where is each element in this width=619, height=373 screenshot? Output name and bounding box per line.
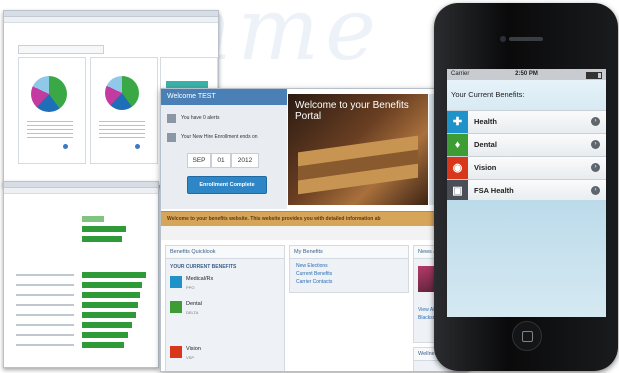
report-window <box>3 181 159 368</box>
my-benefits-panel: My Benefits New Elections Current Benefi… <box>289 245 409 293</box>
quicklook-title: Benefits Quicklook <box>166 246 284 259</box>
bar-label <box>16 294 74 296</box>
welcome-header: Welcome TEST <box>161 89 287 105</box>
chevron-right-icon[interactable]: › <box>591 163 600 172</box>
chart-legend <box>99 118 145 138</box>
window-toolbar <box>4 188 158 194</box>
screen-background <box>447 200 606 317</box>
quicklook-subtitle: YOUR CURRENT BENEFITS <box>170 264 237 270</box>
chevron-right-icon[interactable]: › <box>591 140 600 149</box>
chart-legend <box>27 118 73 138</box>
camera-icon <box>500 36 506 42</box>
calendar-icon <box>167 133 176 142</box>
quicklook-item-name: Medical/Rx <box>186 276 214 282</box>
bar <box>82 322 132 328</box>
bar <box>82 272 146 278</box>
date-month: SEP <box>187 153 211 168</box>
enrollment-text: Your New Hire Enrollment ends on <box>181 134 258 140</box>
chart-panel <box>18 57 86 164</box>
link-current-benefits[interactable]: Current Benefits <box>296 270 402 278</box>
benefits-portal-window: Welcome TEST You have 0 alerts Your New … <box>160 88 469 372</box>
quicklook-panel: Benefits Quicklook YOUR CURRENT BENEFITS… <box>165 245 285 371</box>
window-toolbar <box>4 17 218 23</box>
home-button[interactable] <box>512 321 542 351</box>
info-icon[interactable] <box>135 144 140 149</box>
quicklook-item-name: Vision <box>186 346 201 352</box>
bar <box>82 292 140 298</box>
bar <box>82 332 128 338</box>
medical-icon <box>170 276 182 288</box>
clock: 2:50 PM <box>515 71 538 77</box>
benefit-row-health[interactable]: ✚ Health › <box>447 110 606 133</box>
alert-icon <box>167 114 176 123</box>
bar <box>82 226 126 232</box>
quicklook-item[interactable]: Vision VSP <box>170 346 282 368</box>
bar-label <box>16 314 74 316</box>
link-carrier-contacts[interactable]: Carrier Contacts <box>296 278 402 286</box>
enrollment-complete-button[interactable]: Enrollment Complete <box>187 176 267 194</box>
benefit-row-fsa-health[interactable]: ▣ FSA Health › <box>447 179 606 202</box>
bar <box>82 236 122 242</box>
health-icon: ✚ <box>447 111 468 133</box>
quicklook-item-sub: PPO <box>186 285 195 290</box>
bar <box>82 216 104 222</box>
pie-chart <box>105 76 139 110</box>
info-icon[interactable] <box>63 144 68 149</box>
quicklook-item-sub: VSP <box>186 355 195 360</box>
card-icon: ▣ <box>447 180 468 202</box>
bar <box>82 302 138 308</box>
view-all-link[interactable]: View All <box>418 306 435 314</box>
date-day: 01 <box>211 153 231 168</box>
benefit-label: Health <box>474 117 497 126</box>
pie-chart <box>31 76 67 112</box>
chart-panel <box>90 57 158 164</box>
status-bar: Carrier 2:50 PM <box>447 69 606 80</box>
hero-banner: Welcome to your Benefits Portal <box>288 94 428 205</box>
bar-label <box>16 334 74 336</box>
bar-label <box>16 344 74 346</box>
battery-icon <box>586 72 602 79</box>
dashboard-tabs[interactable] <box>18 45 104 54</box>
chevron-right-icon[interactable]: › <box>591 186 600 195</box>
iphone-device: Carrier 2:50 PM Your Current Benefits: ✚… <box>434 3 618 371</box>
quicklook-item[interactable]: Medical/Rx PPO <box>170 276 282 298</box>
quicklook-item[interactable]: Dental DELTA <box>170 301 282 323</box>
bar-label <box>16 304 74 306</box>
vision-icon <box>170 346 182 358</box>
my-benefits-title: My Benefits <box>290 246 408 259</box>
tooth-icon: ♦ <box>447 134 468 156</box>
dental-icon <box>170 301 182 313</box>
hero-title: Welcome to your Benefits Portal <box>295 100 409 122</box>
bar <box>82 342 124 348</box>
date-year: 2012 <box>231 153 259 168</box>
home-square-icon <box>522 331 533 342</box>
welcome-panel: Welcome TEST You have 0 alerts Your New … <box>161 89 287 209</box>
bar <box>82 312 136 318</box>
phone-screen: Carrier 2:50 PM Your Current Benefits: ✚… <box>447 69 606 317</box>
quicklook-item-sub: DELTA <box>186 310 199 315</box>
divider-strip <box>161 226 468 240</box>
link-new-elections[interactable]: New Elections <box>296 262 402 270</box>
hero-image <box>298 135 418 167</box>
bar <box>82 282 142 288</box>
benefit-label: Vision <box>474 163 497 172</box>
benefit-row-vision[interactable]: ◉ Vision › <box>447 156 606 179</box>
alerts-text[interactable]: You have 0 alerts <box>181 115 219 121</box>
benefit-row-dental[interactable]: ♦ Dental › <box>447 133 606 156</box>
chevron-right-icon[interactable]: › <box>591 117 600 126</box>
bar-label <box>16 284 74 286</box>
welcome-banner: Welcome to your benefits website. This w… <box>161 211 468 227</box>
benefit-label: FSA Health <box>474 186 514 195</box>
bar-label <box>16 324 74 326</box>
benefit-label: Dental <box>474 140 497 149</box>
eye-icon: ◉ <box>447 157 468 179</box>
benefits-header: Your Current Benefits: <box>447 80 606 110</box>
speaker-grille <box>509 37 543 41</box>
bar-label <box>16 274 74 276</box>
quicklook-item-name: Dental <box>186 301 202 307</box>
